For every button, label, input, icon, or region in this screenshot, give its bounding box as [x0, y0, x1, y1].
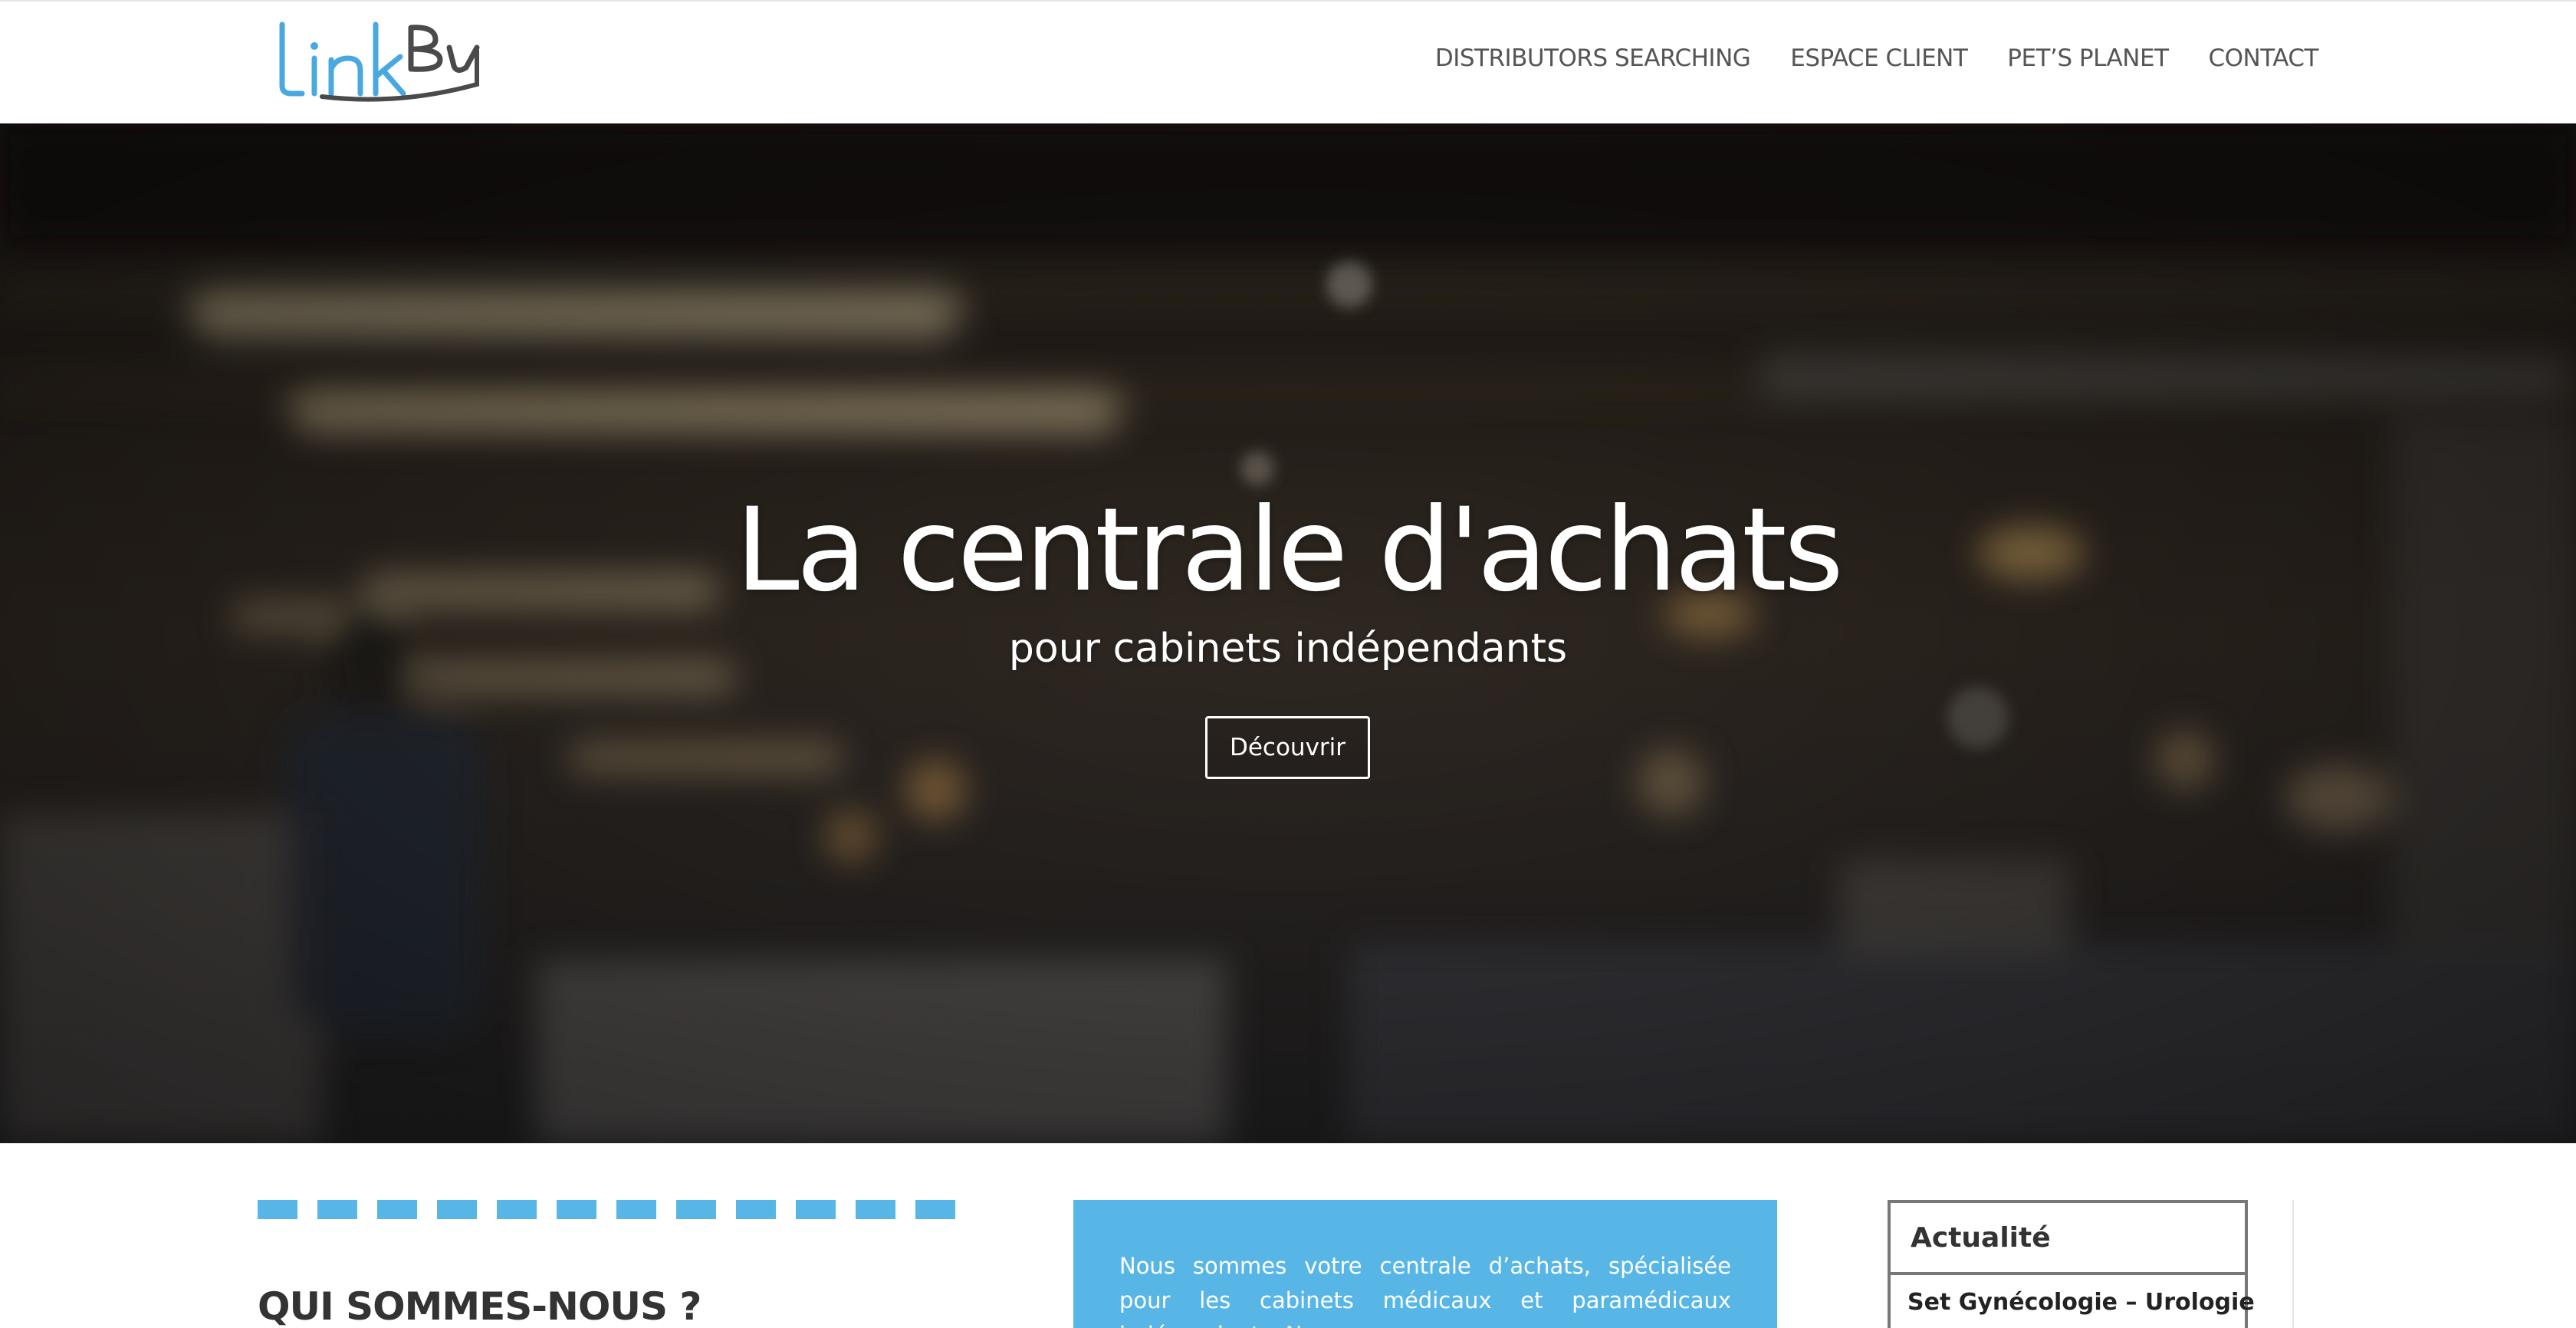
hero-banner: La centrale d'achats pour cabinets indép…	[0, 123, 2576, 1143]
dash	[856, 1200, 895, 1219]
sidebar-divider	[2292, 1200, 2294, 1328]
site-header: DISTRIBUTORS SEARCHING ESPACE CLIENT PET…	[0, 0, 2576, 123]
dash	[796, 1200, 836, 1219]
dash	[317, 1200, 357, 1219]
logo-graphic	[279, 21, 480, 102]
about-intro-box: Nous sommes votre centrale d’achats, spé…	[1073, 1200, 1777, 1328]
dash	[497, 1200, 537, 1219]
dash	[377, 1200, 417, 1219]
news-title: Actualité	[1891, 1203, 2245, 1275]
hero-subtitle: pour cabinets indépendants	[1008, 626, 1568, 672]
news-widget: Actualité Set Gynécologie – Urologie	[1888, 1200, 2255, 1328]
dashed-divider	[258, 1200, 955, 1219]
dash	[915, 1200, 955, 1219]
dash	[616, 1200, 656, 1219]
dash	[258, 1200, 297, 1219]
dash	[557, 1200, 596, 1219]
hero-title: La centrale d'achats	[735, 484, 1844, 617]
dash	[437, 1200, 477, 1219]
discover-button[interactable]: Découvrir	[1205, 716, 1370, 779]
nav-distributors-searching[interactable]: DISTRIBUTORS SEARCHING	[1435, 44, 1751, 72]
nav-espace-client[interactable]: ESPACE CLIENT	[1790, 44, 1968, 72]
nav-contact[interactable]: CONTACT	[2208, 44, 2318, 72]
dash	[676, 1200, 716, 1219]
about-heading: QUI SOMMES-NOUS ?	[258, 1284, 702, 1328]
about-intro-text: Nous sommes votre centrale d’achats, spé…	[1119, 1253, 1731, 1328]
main-nav: DISTRIBUTORS SEARCHING ESPACE CLIENT PET…	[1435, 44, 2319, 72]
linkby-logo[interactable]	[276, 20, 483, 106]
nav-pets-planet[interactable]: PET’S PLANET	[2007, 44, 2169, 72]
dash	[736, 1200, 776, 1219]
news-item-link[interactable]: Set Gynécologie – Urologie	[1891, 1275, 2255, 1316]
